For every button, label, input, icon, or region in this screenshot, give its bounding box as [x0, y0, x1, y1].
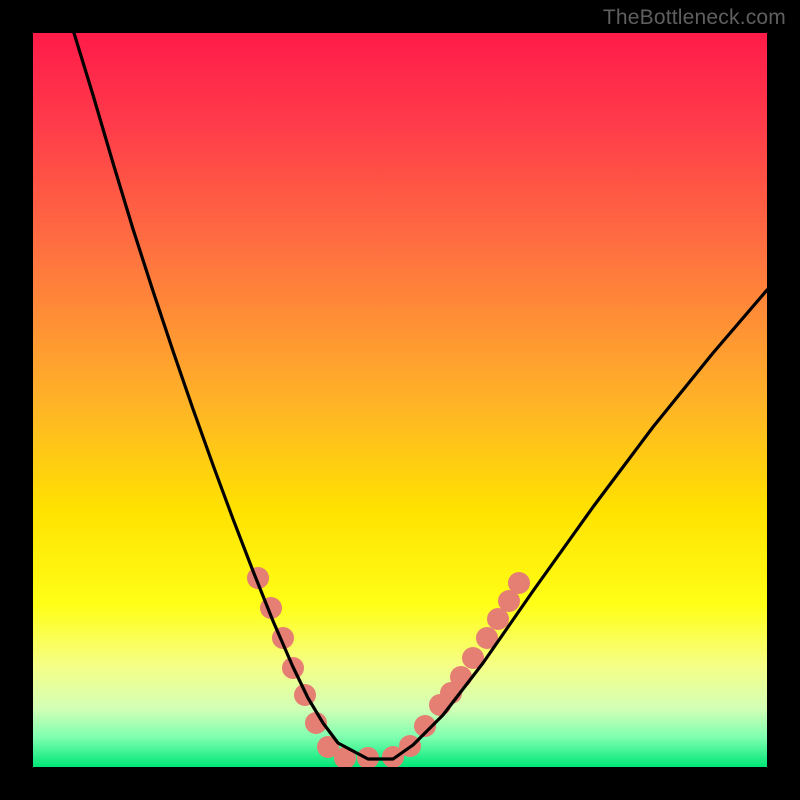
data-markers [247, 567, 530, 767]
data-marker [357, 747, 379, 767]
data-marker [508, 572, 530, 594]
plot-area [33, 33, 767, 767]
chart-svg [33, 33, 767, 767]
data-marker [450, 666, 472, 688]
bottleneck-curve [74, 33, 767, 759]
watermark-text: TheBottleneck.com [603, 6, 786, 30]
outer-frame: TheBottleneck.com [0, 0, 800, 800]
